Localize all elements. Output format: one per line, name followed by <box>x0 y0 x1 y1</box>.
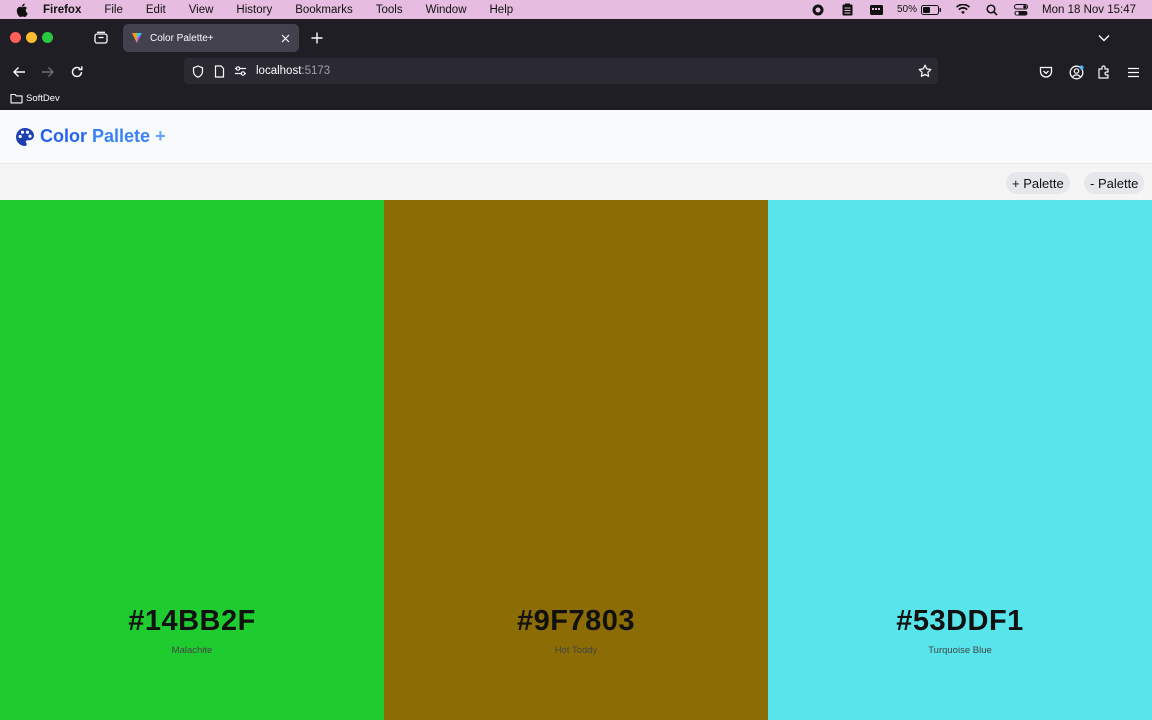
logo-word-pallete: Pallete <box>92 126 151 146</box>
page-content: Color Pallete + + Palette - Palette #14B… <box>0 110 1152 720</box>
app-header: Color Pallete + <box>0 110 1152 164</box>
color-swatch[interactable]: #53DDF1 Turquoise Blue <box>768 200 1152 720</box>
color-hex-code[interactable]: #14BB2F <box>0 605 384 638</box>
app-logo-title[interactable]: Color Pallete + <box>40 126 166 147</box>
bookmark-star-icon[interactable] <box>918 64 932 78</box>
display-icon[interactable] <box>869 3 883 17</box>
spotlight-search-icon[interactable] <box>985 3 999 17</box>
color-swatch[interactable]: #9F7803 Hot Toddy <box>384 200 768 720</box>
menu-view[interactable]: View <box>189 4 214 16</box>
menu-bookmarks[interactable]: Bookmarks <box>295 4 353 16</box>
bookmarks-toolbar: SoftDev <box>0 87 1152 110</box>
back-arrow-icon[interactable] <box>11 64 27 80</box>
macos-menubar: Firefox File Edit View History Bookmarks… <box>0 0 1152 19</box>
menu-file[interactable]: File <box>104 4 123 16</box>
bookmark-folder-softdev[interactable]: SoftDev <box>10 93 60 104</box>
color-palette: #14BB2F Malachite #9F7803 Hot Toddy #53D… <box>0 200 1152 720</box>
remove-palette-button[interactable]: - Palette <box>1084 172 1145 194</box>
navigation-toolbar: localhost:5173 <box>0 57 1152 87</box>
menu-app-firefox[interactable]: Firefox <box>43 4 81 16</box>
tracking-protection-shield-icon[interactable] <box>191 64 205 78</box>
tab-title: Color Palette+ <box>150 32 214 44</box>
wifi-icon[interactable] <box>956 3 971 17</box>
tab-color-palette[interactable]: Color Palette+ <box>123 24 299 52</box>
menu-help[interactable]: Help <box>490 4 514 16</box>
forward-arrow-icon[interactable] <box>40 64 56 80</box>
palette-toolbar: + Palette - Palette <box>0 164 1152 241</box>
pocket-icon[interactable] <box>1038 64 1054 80</box>
tab-overview-icon[interactable] <box>93 30 109 46</box>
url-host: localhost <box>256 65 302 77</box>
color-name: Turquoise Blue <box>928 645 992 656</box>
bookmark-folder-label: SoftDev <box>26 93 60 104</box>
browser-chrome: Color Palette+ localhost:5173 SoftDev <box>0 19 1152 110</box>
menubar-clock: Mon 18 Nov 15:47 <box>1042 3 1136 16</box>
minimize-window-button[interactable] <box>26 32 37 43</box>
reload-icon[interactable] <box>69 64 85 80</box>
new-tab-plus-icon[interactable] <box>309 30 325 46</box>
list-all-tabs-chevron-down-icon[interactable] <box>1097 31 1111 45</box>
address-bar[interactable]: localhost:5173 <box>184 58 938 84</box>
permissions-sliders-icon[interactable] <box>233 64 247 78</box>
close-tab-icon[interactable] <box>278 31 292 45</box>
color-hex-code[interactable]: #9F7803 <box>384 605 768 638</box>
color-swatch[interactable]: #14BB2F Malachite <box>0 200 384 720</box>
tab-strip: Color Palette+ <box>0 19 1152 57</box>
menu-history[interactable]: History <box>236 4 272 16</box>
url-port: :5173 <box>301 65 331 77</box>
palette-favicon-icon <box>131 32 143 44</box>
menu-window[interactable]: Window <box>426 4 467 16</box>
window-controls <box>10 32 58 43</box>
logo-word-color: Color <box>40 126 87 146</box>
menu-edit[interactable]: Edit <box>146 4 166 16</box>
battery-icon[interactable] <box>921 3 942 17</box>
color-hex-code[interactable]: #53DDF1 <box>768 605 1152 638</box>
hamburger-menu-icon[interactable] <box>1125 64 1141 80</box>
color-name: Malachite <box>171 645 213 656</box>
add-palette-button[interactable]: + Palette <box>1006 172 1070 194</box>
page-info-icon[interactable] <box>212 64 226 78</box>
palette-logo-icon <box>15 127 35 147</box>
menu-tools[interactable]: Tools <box>376 4 403 16</box>
color-name: Hot Toddy <box>554 645 598 656</box>
screen-record-icon[interactable] <box>811 3 825 17</box>
logo-word-plus: + <box>155 126 166 146</box>
zoom-window-button[interactable] <box>42 32 53 43</box>
extensions-puzzle-icon[interactable] <box>1096 64 1112 80</box>
control-center-icon[interactable] <box>1014 3 1029 17</box>
account-avatar-icon[interactable] <box>1068 64 1084 80</box>
clipboard-icon[interactable] <box>840 3 854 17</box>
close-window-button[interactable] <box>10 32 21 43</box>
battery-percent: 50% <box>897 4 918 15</box>
folder-icon <box>10 93 23 104</box>
apple-icon[interactable] <box>15 3 29 17</box>
